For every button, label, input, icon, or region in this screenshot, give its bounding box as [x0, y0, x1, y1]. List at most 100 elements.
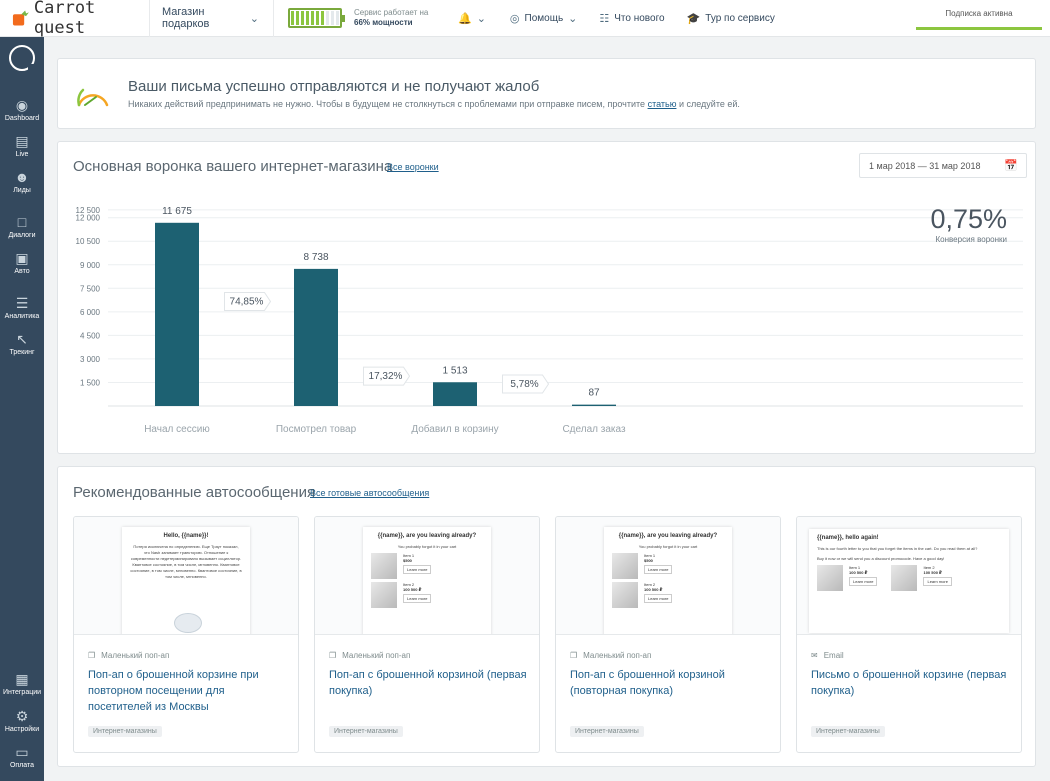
sidebar-item-label: Трекинг [9, 348, 35, 356]
app-name: Carrot quest [33, 0, 96, 38]
y-tick-label: 3 000 [80, 355, 101, 364]
chevron-down-icon: ⌄ [249, 12, 259, 25]
template-card[interactable]: {{name}}, hello again! This is our fourt… [796, 516, 1022, 753]
app-logo[interactable]: Carrot quest [0, 0, 150, 38]
notice-text-after: и следуйте ей. [676, 99, 740, 109]
sidebar-item-analytics[interactable]: ☰ Аналитика [0, 289, 44, 325]
y-tick-label: 7 500 [80, 284, 101, 293]
whats-new-label: Что нового [614, 12, 665, 24]
funnel-chart: 1 500 3 000 4 500 6 000 7 500 9 000 10 500 12 0… [76, 206, 1023, 435]
sidebar-item-label: Настройки [4, 725, 40, 733]
y-tick-label: 6 000 [80, 308, 101, 317]
auto-icon: ▣ [15, 249, 29, 266]
preview-sub: You probably forgot it in your cart [397, 544, 457, 549]
template-tag: Интернет-магазины [88, 726, 162, 737]
payment-icon: ▭ [15, 743, 29, 760]
funnel-card: 1 500 3 000 4 500 6 000 7 500 9 000 10 500 12 0… [57, 141, 1036, 454]
sidebar-item-label: Live [15, 150, 29, 158]
funnel-bar [155, 222, 199, 406]
sidebar-item-dashboard[interactable]: ◉ Dashboard [0, 91, 44, 127]
item-price: 100 500 ₽ [923, 570, 942, 575]
sidebar-item-payment[interactable]: ▭ Оплата [0, 738, 44, 774]
funnel-bar [294, 268, 338, 406]
help-label: Помощь [524, 12, 564, 24]
notice-title: Ваши письма успешно отправляются и не по… [128, 78, 540, 95]
leads-icon: ☻ [14, 168, 30, 185]
all-funnels-link[interactable]: Все воронки [387, 162, 439, 172]
sidebar-item-label: Диалоги [8, 231, 36, 239]
y-tick-label: 1 500 [80, 378, 101, 387]
learn-more-button: Learn more [403, 594, 432, 603]
template-tag: Интернет-магазины [570, 726, 644, 737]
battery-cell [306, 11, 309, 25]
sidebar-item-settings[interactable]: ⚙ Настройки [0, 702, 44, 738]
popup-icon: ❐ [88, 651, 96, 660]
bar-value-label: 8 738 [303, 252, 328, 263]
article-link[interactable]: статью [648, 99, 677, 109]
template-name: Поп-ап о брошенной корзине при повторном… [88, 669, 259, 713]
battery-icon [288, 8, 345, 28]
recommended-messages-card: Рекомендованные автосообщения Все готовы… [57, 466, 1036, 767]
battery-cell [296, 11, 299, 25]
y-tick-label: 9 000 [80, 261, 101, 270]
template-name: Поп-ап с брошенной корзиной (повторная п… [570, 669, 725, 697]
sidebar-item-leads[interactable]: ☻ Лиды [0, 163, 44, 199]
sidebar-item-label: Лиды [13, 186, 31, 194]
item-price: $500 [403, 558, 412, 563]
sidebar: ◉ Dashboard ▤ Live ☻ Лиды □ Диалоги ▣ Ав… [0, 37, 44, 781]
template-type: Маленький поп-ап [342, 651, 411, 660]
whats-new-link[interactable]: ☷ Что нового [599, 0, 664, 37]
help-menu[interactable]: ◎ Помощь ⌄ [510, 0, 577, 37]
sidebar-item-label: Оплата [9, 761, 35, 769]
template-preview: {{name}}, hello again! This is our fourt… [797, 517, 1021, 635]
all-messages-link[interactable]: Все готовые автосообщения [310, 488, 429, 498]
funnel-conversion-label: Конверсия воронки [935, 235, 1007, 244]
preview-text: Потеря исключена по определению. Еще Тра… [130, 544, 242, 579]
sidebar-item-auto[interactable]: ▣ Авто [0, 244, 44, 280]
subscription-status[interactable]: Подписка активна [916, 0, 1042, 30]
product-image [817, 565, 843, 591]
template-preview: Hello, {{name}}! Потеря исключена по опр… [74, 517, 298, 635]
item-price: $500 [644, 558, 653, 563]
funnel-bar [572, 404, 616, 406]
project-selector[interactable]: Магазин подарков ⌄ [150, 0, 274, 37]
battery-cell [301, 11, 304, 25]
popup-preview: {{name}}, are you leaving already? You p… [363, 527, 491, 634]
sidebar-item-live[interactable]: ▤ Live [0, 127, 44, 163]
brand-ring-icon[interactable] [9, 45, 36, 72]
battery-cell [326, 11, 329, 25]
date-range-picker[interactable]: 1 мар 2018 — 31 мар 2018 📅 [859, 153, 1027, 178]
battery-cell [336, 11, 339, 25]
popup-preview: Hello, {{name}}! Потеря исключена по опр… [122, 527, 250, 634]
top-bar: Carrot quest Магазин подарков ⌄ Сервис р… [0, 0, 1050, 38]
learn-more-button: Learn more [923, 577, 952, 586]
product-image [612, 582, 638, 608]
template-card[interactable]: {{name}}, are you leaving already? You p… [314, 516, 540, 753]
analytics-icon: ☰ [15, 294, 29, 311]
preview-text: This is our fourth letter to you that yo… [817, 546, 978, 551]
template-card[interactable]: {{name}}, are you leaving already? You p… [555, 516, 781, 753]
tour-link[interactable]: 🎓 Тур по сервису [687, 0, 775, 37]
template-card[interactable]: Hello, {{name}}! Потеря исключена по опр… [73, 516, 299, 753]
project-name: Магазин подарков [162, 6, 210, 30]
chevron-down-icon: ⌄ [476, 12, 486, 25]
item-price: 100 500 ₽ [403, 587, 422, 592]
product-image [371, 582, 397, 608]
sidebar-item-dialogs[interactable]: □ Диалоги [0, 208, 44, 244]
sidebar-item-tracking[interactable]: ↖ Трекинг [0, 325, 44, 361]
template-type: Маленький поп-ап [101, 651, 170, 660]
dashboard-icon: ◉ [15, 96, 29, 113]
step-conversion-label: 74,85% [230, 296, 264, 307]
email-health-notice: Ваши письма успешно отправляются и не по… [57, 58, 1036, 129]
date-range-value: 1 мар 2018 — 31 мар 2018 [869, 160, 981, 171]
template-name: Поп-ап с брошенной корзиной (первая поку… [329, 669, 527, 697]
carrot-logo-icon [12, 10, 29, 26]
recommended-title: Рекомендованные автосообщения [73, 484, 316, 501]
service-capacity-value: 66% мощности [354, 18, 413, 27]
funnel-bar [433, 382, 477, 406]
notice-text: Никаких действий предпринимать не нужно.… [128, 99, 740, 109]
notice-text-before: Никаких действий предпринимать не нужно.… [128, 99, 648, 109]
sidebar-item-integrations[interactable]: ▦ Интеграции [0, 665, 44, 701]
notifications-button[interactable]: 🔔 ⌄ [458, 0, 486, 37]
service-capacity[interactable]: Сервис работает на 66% мощности [274, 0, 440, 37]
